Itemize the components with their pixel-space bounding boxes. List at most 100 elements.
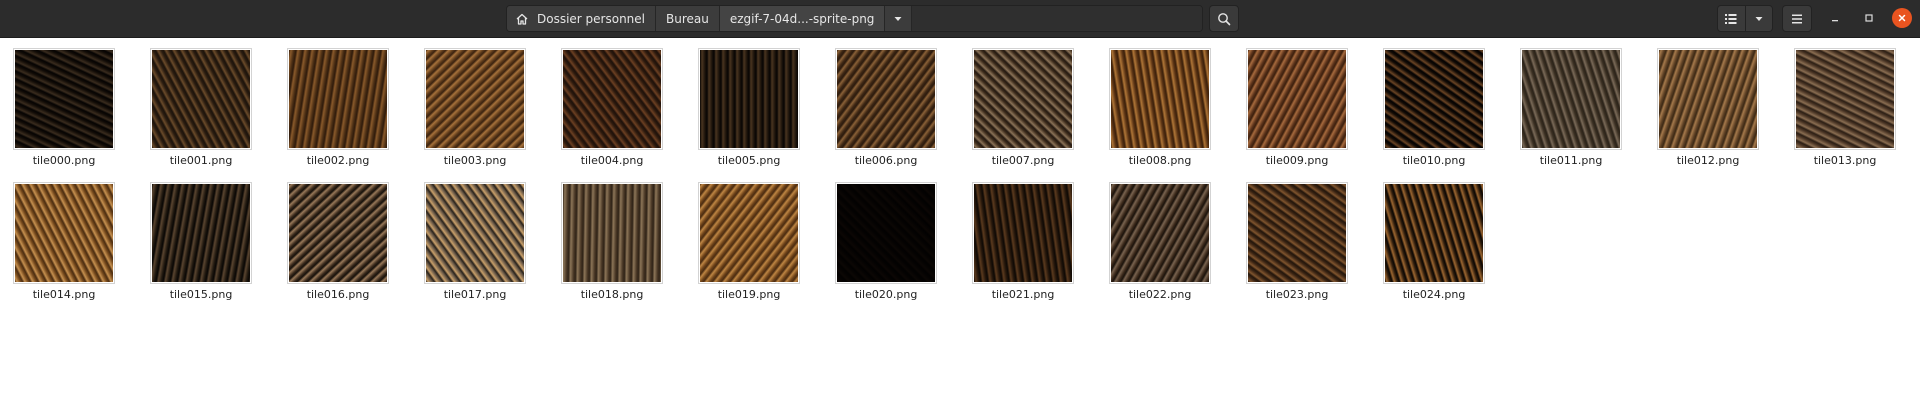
file-item[interactable]: tile008.png bbox=[1096, 38, 1216, 168]
maximize-button[interactable] bbox=[1859, 8, 1879, 28]
file-thumbnail bbox=[287, 48, 389, 150]
thumbnail-image bbox=[1111, 50, 1209, 148]
main-menu-button[interactable] bbox=[1782, 5, 1812, 32]
thumbnail-image bbox=[700, 50, 798, 148]
file-name: tile013.png bbox=[1813, 154, 1877, 167]
chevron-down-icon bbox=[1754, 14, 1764, 24]
file-thumbnail bbox=[1109, 182, 1211, 284]
breadcrumb-menu-button[interactable] bbox=[885, 6, 913, 31]
file-thumbnail bbox=[1657, 48, 1759, 150]
file-item[interactable]: tile014.png bbox=[0, 172, 120, 302]
file-item[interactable]: tile001.png bbox=[137, 38, 257, 168]
file-thumbnail bbox=[13, 48, 115, 150]
file-name: tile007.png bbox=[991, 154, 1055, 167]
file-thumbnail bbox=[150, 182, 252, 284]
pathbar-empty-area[interactable] bbox=[912, 6, 1202, 31]
minimize-button[interactable] bbox=[1825, 8, 1845, 28]
file-item[interactable]: tile022.png bbox=[1096, 172, 1216, 302]
thumbnail-image bbox=[1248, 50, 1346, 148]
file-thumbnail bbox=[698, 48, 800, 150]
file-item[interactable]: tile018.png bbox=[548, 172, 668, 302]
file-item[interactable]: tile011.png bbox=[1507, 38, 1627, 168]
file-item[interactable]: tile019.png bbox=[685, 172, 805, 302]
file-name: tile017.png bbox=[443, 288, 507, 301]
file-thumbnail bbox=[1520, 48, 1622, 150]
file-name: tile001.png bbox=[169, 154, 233, 167]
file-name: tile023.png bbox=[1265, 288, 1329, 301]
file-item[interactable]: tile020.png bbox=[822, 172, 942, 302]
thumbnail-image bbox=[1522, 50, 1620, 148]
thumbnail-image bbox=[837, 50, 935, 148]
thumbnail-image bbox=[1111, 184, 1209, 282]
file-thumbnail bbox=[1246, 48, 1348, 150]
list-view-icon bbox=[1724, 13, 1738, 25]
file-item[interactable]: tile000.png bbox=[0, 38, 120, 168]
file-thumbnail bbox=[150, 48, 252, 150]
thumbnail-image bbox=[1385, 50, 1483, 148]
maximize-icon bbox=[1864, 13, 1874, 23]
file-thumbnail bbox=[1794, 48, 1896, 150]
file-item[interactable]: tile005.png bbox=[685, 38, 805, 168]
list-view-button[interactable] bbox=[1718, 6, 1745, 31]
hamburger-menu-icon bbox=[1790, 13, 1804, 25]
thumbnail-image bbox=[426, 50, 524, 148]
thumbnail-image bbox=[837, 184, 935, 282]
thumbnail-image bbox=[974, 184, 1072, 282]
file-item[interactable]: tile024.png bbox=[1370, 172, 1490, 302]
minimize-icon bbox=[1830, 13, 1840, 23]
thumbnail-image bbox=[15, 184, 113, 282]
close-button[interactable] bbox=[1892, 8, 1912, 28]
file-name: tile008.png bbox=[1128, 154, 1192, 167]
file-item[interactable]: tile023.png bbox=[1233, 172, 1353, 302]
thumbnail-image bbox=[152, 50, 250, 148]
thumbnail-image bbox=[700, 184, 798, 282]
file-item[interactable]: tile010.png bbox=[1370, 38, 1490, 168]
file-item[interactable]: tile021.png bbox=[959, 172, 1079, 302]
file-name: tile002.png bbox=[306, 154, 370, 167]
file-thumbnail bbox=[424, 48, 526, 150]
file-thumbnail bbox=[1246, 182, 1348, 284]
breadcrumb-bureau-label: Bureau bbox=[666, 11, 709, 26]
file-thumbnail bbox=[561, 182, 663, 284]
file-item[interactable]: tile016.png bbox=[274, 172, 394, 302]
file-thumbnail bbox=[287, 182, 389, 284]
file-thumbnail bbox=[972, 48, 1074, 150]
view-switcher bbox=[1717, 5, 1773, 32]
file-name: tile003.png bbox=[443, 154, 507, 167]
file-name: tile020.png bbox=[854, 288, 918, 301]
file-item[interactable]: tile017.png bbox=[411, 172, 531, 302]
file-item[interactable]: tile003.png bbox=[411, 38, 531, 168]
thumbnail-image bbox=[1385, 184, 1483, 282]
file-name: tile010.png bbox=[1402, 154, 1466, 167]
file-item[interactable]: tile006.png bbox=[822, 38, 942, 168]
file-name: tile000.png bbox=[32, 154, 96, 167]
file-thumbnail bbox=[1383, 48, 1485, 150]
file-thumbnail bbox=[1383, 182, 1485, 284]
file-item[interactable]: tile015.png bbox=[137, 172, 257, 302]
file-item[interactable]: tile009.png bbox=[1233, 38, 1353, 168]
file-name: tile024.png bbox=[1402, 288, 1466, 301]
file-thumbnail bbox=[835, 182, 937, 284]
breadcrumb-item-bureau[interactable]: Bureau bbox=[656, 6, 720, 31]
file-name: tile016.png bbox=[306, 288, 370, 301]
home-icon bbox=[515, 12, 529, 26]
thumbnail-image bbox=[15, 50, 113, 148]
file-thumbnail bbox=[13, 182, 115, 284]
breadcrumb-home[interactable]: Dossier personnel bbox=[507, 6, 657, 31]
thumbnail-image bbox=[289, 50, 387, 148]
chevron-down-icon bbox=[893, 14, 903, 24]
file-thumbnail bbox=[835, 48, 937, 150]
file-thumbnail bbox=[561, 48, 663, 150]
breadcrumb-home-label: Dossier personnel bbox=[537, 11, 646, 26]
file-thumbnail bbox=[424, 182, 526, 284]
file-item[interactable]: tile007.png bbox=[959, 38, 1079, 168]
file-item[interactable]: tile004.png bbox=[548, 38, 668, 168]
file-thumbnail bbox=[1109, 48, 1211, 150]
breadcrumb-item-current[interactable]: ezgif-7-04d...-sprite-png bbox=[719, 6, 886, 31]
file-item[interactable]: tile013.png bbox=[1781, 38, 1901, 168]
thumbnail-image bbox=[289, 184, 387, 282]
view-options-button[interactable] bbox=[1744, 6, 1772, 31]
file-item[interactable]: tile012.png bbox=[1644, 38, 1764, 168]
search-button[interactable] bbox=[1209, 5, 1239, 32]
file-item[interactable]: tile002.png bbox=[274, 38, 394, 168]
